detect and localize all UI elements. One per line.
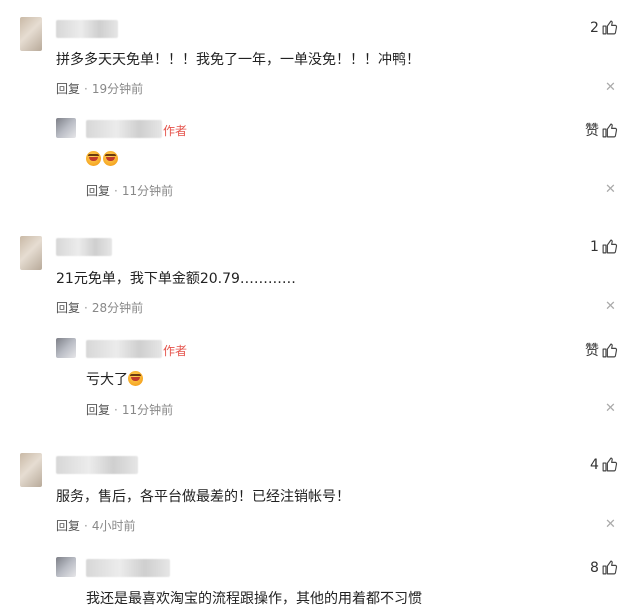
separator-dot: · (84, 519, 88, 533)
like-count: 2 (590, 19, 599, 36)
separator-dot: · (114, 184, 118, 198)
avatar[interactable] (20, 453, 42, 487)
timestamp: 11分钟前 (121, 403, 174, 417)
avatar[interactable] (20, 236, 42, 270)
comment-text: 服务，售后，各平台做最差的！已经注销帐号！ (56, 489, 350, 505)
timestamp: 19分钟前 (91, 82, 144, 96)
timestamp: 11分钟前 (121, 184, 174, 198)
reply-text-row: 亏大了 (86, 369, 145, 389)
reply-button[interactable]: 回复 (86, 184, 110, 198)
like-count: 1 (590, 238, 599, 255)
like-label: 赞 (585, 123, 599, 139)
separator-dot: · (84, 301, 88, 315)
timestamp: 4小时前 (91, 519, 136, 533)
close-icon[interactable]: ✕ (605, 80, 616, 95)
close-icon[interactable]: ✕ (605, 299, 616, 314)
avatar[interactable] (56, 338, 76, 358)
username[interactable] (56, 456, 138, 474)
avatar[interactable] (56, 118, 76, 138)
username[interactable] (86, 340, 162, 358)
comment-text: 21元免单，我下单金额20.79………… (56, 271, 296, 287)
like-count: 4 (590, 456, 599, 473)
separator-dot: · (114, 403, 118, 417)
like-button[interactable]: 赞 (585, 340, 618, 360)
reply-meta: 回复 · 11分钟前 (86, 182, 173, 199)
timestamp: 28分钟前 (91, 301, 144, 315)
avatar[interactable] (56, 557, 76, 577)
like-count: 8 (590, 559, 599, 576)
username[interactable] (86, 559, 170, 577)
reply-button[interactable]: 回复 (86, 403, 110, 417)
reply-button[interactable]: 回复 (56, 519, 80, 533)
like-label: 赞 (585, 343, 599, 359)
author-tag: 作者 (163, 124, 188, 138)
thumbs-up-icon (602, 457, 618, 472)
comment-meta: 回复 · 19分钟前 (56, 80, 143, 97)
username[interactable] (56, 238, 112, 256)
laughing-emoji-icon (86, 151, 101, 166)
reply-meta: 回复 · 11分钟前 (86, 401, 173, 418)
laughing-emoji-icon (103, 151, 118, 166)
thumbs-up-icon (602, 560, 618, 575)
separator-dot: · (84, 82, 88, 96)
comment-meta: 回复 · 4小时前 (56, 517, 135, 534)
close-icon[interactable]: ✕ (605, 182, 616, 197)
like-button[interactable]: 赞 (585, 120, 618, 140)
reply-button[interactable]: 回复 (56, 82, 80, 96)
close-icon[interactable]: ✕ (605, 401, 616, 416)
username[interactable] (56, 20, 118, 38)
username[interactable] (86, 120, 162, 138)
close-icon[interactable]: ✕ (605, 517, 616, 532)
thumbs-up-icon (602, 239, 618, 254)
reply-emoji-content (86, 151, 120, 168)
reply-text: 亏大了 (86, 372, 128, 388)
thumbs-up-icon (602, 343, 618, 357)
laughing-emoji-icon (128, 371, 143, 386)
avatar[interactable] (20, 17, 42, 51)
author-tag: 作者 (163, 344, 188, 358)
thumbs-up-icon (602, 123, 618, 137)
like-button[interactable]: 4 (590, 456, 618, 473)
thumbs-up-icon (602, 20, 618, 35)
like-button[interactable]: 2 (590, 19, 618, 36)
like-button[interactable]: 8 (590, 559, 618, 576)
comment-text: 我还是最喜欢淘宝的流程跟操作，其他的用着都不习惯 (86, 591, 422, 607)
comment-meta: 回复 · 28分钟前 (56, 299, 143, 316)
comment-text: 拼多多天天免单！！！我免了一年，一单没免！！！冲鸭！ (56, 52, 420, 68)
like-button[interactable]: 1 (590, 238, 618, 255)
reply-button[interactable]: 回复 (56, 301, 80, 315)
